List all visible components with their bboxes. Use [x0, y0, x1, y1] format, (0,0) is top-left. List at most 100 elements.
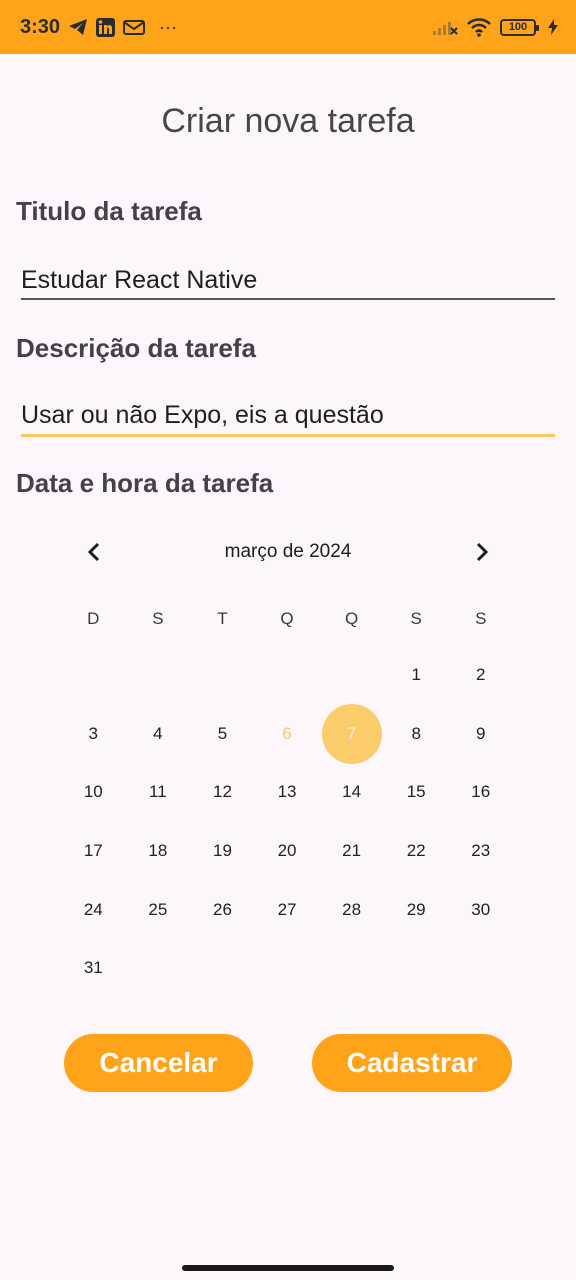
calendar-empty-cell — [384, 939, 449, 998]
weekday-friday: S — [410, 609, 422, 628]
calendar-day-22[interactable]: 22 — [384, 822, 449, 881]
calendar-week-row: 24 25 26 27 28 29 30 — [61, 880, 513, 939]
calendar-day-30[interactable]: 30 — [448, 880, 513, 939]
calendar-day-number: 4 — [153, 723, 163, 743]
calendar-day-number: 12 — [212, 782, 232, 802]
calendar-day-31[interactable]: 31 — [61, 939, 126, 998]
calendar-day-number: 20 — [277, 841, 297, 861]
calendar-day-1[interactable]: 1 — [384, 646, 449, 705]
calendar-day-number: 27 — [277, 899, 297, 919]
calendar-week-row: 31 — [61, 939, 513, 998]
calendar-day-12[interactable]: 12 — [190, 763, 255, 822]
calendar-empty-cell — [126, 646, 191, 705]
calendar-day-number: 24 — [83, 899, 103, 919]
calendar-day-number: 14 — [342, 782, 362, 802]
description-input[interactable]: Usar ou não Expo, eis a questão — [21, 397, 555, 437]
calendar-day-number: 11 — [149, 782, 167, 802]
calendar-day-29[interactable]: 29 — [384, 880, 449, 939]
calendar-day-27[interactable]: 27 — [255, 880, 320, 939]
weekday-wednesday: Q — [280, 609, 294, 628]
calendar-day-number: 26 — [212, 899, 232, 919]
calendar-day-number: 2 — [476, 665, 486, 685]
calendar-day-23[interactable]: 23 — [448, 822, 513, 881]
weekday-saturday: S — [475, 609, 487, 628]
calendar-day-16[interactable]: 16 — [448, 763, 513, 822]
page-title: Criar nova tarefa — [161, 102, 415, 140]
more-notifications-icon: ··· — [159, 16, 178, 37]
calendar-day-number: 7 — [346, 723, 357, 743]
status-time: 3:30 — [20, 15, 61, 38]
calendar-day-2[interactable]: 2 — [448, 646, 513, 705]
calendar-day-6[interactable]: 6 — [255, 705, 320, 764]
calendar-day-20[interactable]: 20 — [255, 822, 320, 881]
calendar-empty-cell — [255, 939, 320, 998]
calendar-day-26[interactable]: 26 — [190, 880, 255, 939]
calendar-header: março de 2024 — [74, 532, 502, 572]
calendar-day-number: 25 — [148, 899, 168, 919]
calendar-day-18[interactable]: 18 — [126, 822, 191, 881]
calendar-day-28[interactable]: 28 — [319, 880, 384, 939]
charging-icon — [548, 19, 558, 35]
calendar-day-5[interactable]: 5 — [190, 705, 255, 764]
calendar-month-label: março de 2024 — [224, 541, 352, 562]
datetime-label: Data e hora da tarefa — [16, 468, 274, 498]
weekday-thursday: Q — [344, 609, 359, 628]
calendar-day-10[interactable]: 10 — [61, 763, 126, 822]
wifi-icon — [466, 17, 492, 37]
calendar-day-number: 8 — [411, 723, 421, 743]
calendar-day-number: 19 — [212, 841, 232, 861]
calendar-week-row: 12 — [61, 646, 513, 705]
weekday-monday: S — [152, 609, 164, 628]
calendar-day-14[interactable]: 14 — [319, 763, 384, 822]
calendar-day-number: 15 — [406, 782, 426, 802]
calendar-day-11[interactable]: 11 — [126, 763, 191, 822]
calendar-day-number: 22 — [406, 841, 426, 861]
calendar-empty-cell — [61, 646, 126, 705]
linkedin-icon — [96, 17, 116, 37]
status-bar: 3:30 ··· 100 — [0, 0, 576, 54]
calendar-day-number: 18 — [148, 841, 168, 861]
task-title-input[interactable]: Estudar React Native — [21, 262, 555, 302]
calendar-day-number: 3 — [88, 723, 99, 743]
weekday-row: D S T Q Q S S — [61, 609, 513, 629]
calendar-day-13[interactable]: 13 — [255, 763, 320, 822]
description-underline — [21, 434, 555, 437]
weekday-sunday: D — [87, 609, 100, 628]
calendar-empty-cell — [319, 646, 384, 705]
calendar-day-number: 23 — [471, 841, 491, 861]
calendar-day-3[interactable]: 3 — [61, 705, 126, 764]
calendar-day-25[interactable]: 25 — [126, 880, 191, 939]
cancel-button[interactable]: Cancelar — [64, 1034, 253, 1092]
calendar-day-21[interactable]: 21 — [319, 822, 384, 881]
calendar-empty-cell — [126, 939, 191, 998]
calendar-day-number: 13 — [277, 782, 297, 802]
calendar-day-number: 28 — [342, 899, 362, 919]
calendar-day-7[interactable]: 7 — [319, 705, 384, 764]
calendar-day-19[interactable]: 19 — [190, 822, 255, 881]
chevron-right-icon — [476, 542, 489, 562]
calendar-empty-cell — [190, 646, 255, 705]
status-right: 100 — [432, 17, 558, 37]
calendar-day-number: 6 — [282, 723, 292, 743]
next-month-button[interactable] — [462, 532, 502, 572]
calendar-day-number: 1 — [411, 665, 421, 685]
calendar-day-number: 21 — [342, 841, 362, 861]
calendar-day-15[interactable]: 15 — [384, 763, 449, 822]
calendar-day-number: 9 — [476, 723, 486, 743]
task-title-underline — [21, 298, 555, 300]
calendar-day-9[interactable]: 9 — [448, 705, 513, 764]
calendar-day-4[interactable]: 4 — [126, 705, 191, 764]
calendar-day-number: 29 — [406, 899, 426, 919]
telegram-icon — [68, 18, 88, 36]
description-label: Descrição da tarefa — [16, 333, 256, 363]
calendar-week-row: 17 18 19 20 21 22 23 — [61, 822, 513, 881]
calendar-day-number: 31 — [83, 958, 103, 978]
calendar-day-24[interactable]: 24 — [61, 880, 126, 939]
previous-month-button[interactable] — [74, 532, 114, 572]
submit-button[interactable]: Cadastrar — [312, 1034, 512, 1092]
calendar-day-17[interactable]: 17 — [61, 822, 126, 881]
weekday-tuesday: T — [217, 609, 228, 628]
calendar-day-number: 17 — [83, 841, 103, 861]
calendar-day-number: 10 — [83, 782, 103, 802]
calendar-day-8[interactable]: 8 — [384, 705, 449, 764]
